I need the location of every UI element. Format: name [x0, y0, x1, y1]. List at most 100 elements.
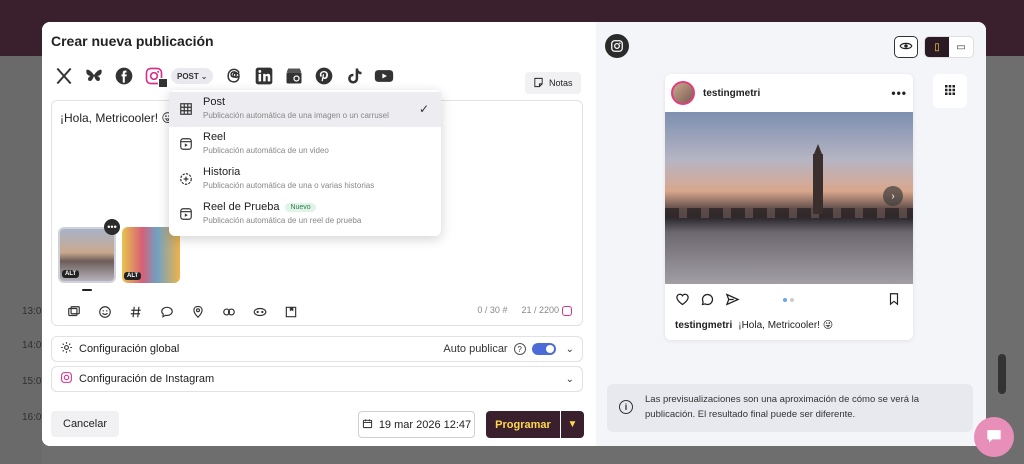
- background-time-label: 16:0: [22, 412, 42, 423]
- menu-item-subtitle: Publicación automática de una imagen o u…: [203, 111, 389, 120]
- post-type-dropdown[interactable]: POST ⌄: [171, 68, 214, 84]
- background-time-label: 15:0: [22, 376, 42, 387]
- notes-button[interactable]: Notas: [525, 72, 581, 94]
- comment-icon: [700, 292, 715, 310]
- x-icon[interactable]: [51, 64, 77, 88]
- menu-item-subtitle: Publicación automática de una o varias h…: [203, 181, 375, 190]
- bridge-shape: [665, 208, 913, 218]
- menu-item-reel[interactable]: Reel Publicación automática de un video: [169, 127, 441, 162]
- tiktok-icon[interactable]: [341, 64, 367, 88]
- ai-assistant-icon[interactable]: [248, 303, 272, 321]
- background-time-label: 13:0: [22, 306, 42, 317]
- caption-text: ¡Hola, Metricooler! 😜: [738, 320, 834, 331]
- gear-icon: [60, 341, 73, 357]
- preview-panel: ▯ ▭ testingmetri ••• › testingmetri ¡Hol…: [596, 22, 986, 446]
- schedule-options-button[interactable]: ▼: [561, 411, 584, 438]
- youtube-icon[interactable]: [371, 64, 397, 88]
- carousel-dots: [783, 298, 794, 302]
- menu-item-title: Historia: [203, 166, 241, 178]
- post-text[interactable]: ¡Hola, Metricooler! 😜: [60, 111, 174, 125]
- carousel-dot: [790, 298, 794, 302]
- chevron-down-icon[interactable]: ⌄: [566, 344, 574, 355]
- preview-caption: testingmetri ¡Hola, Metricooler! 😜: [675, 320, 833, 331]
- grid-icon: [179, 102, 193, 116]
- instagram-config-label: Configuración de Instagram: [79, 373, 215, 385]
- cancel-button[interactable]: Cancelar: [51, 411, 120, 437]
- alt-badge[interactable]: ALT: [124, 272, 142, 280]
- background-time-label: 14:0: [22, 340, 42, 351]
- new-badge: Nuevo: [285, 202, 316, 212]
- media-upload-icon[interactable]: [62, 303, 86, 321]
- date-picker-button[interactable]: 19 mar 2026 12:47: [358, 411, 475, 438]
- comment-icon[interactable]: [155, 303, 179, 321]
- instagram-config-row[interactable]: Configuración de Instagram ⌄: [51, 366, 583, 392]
- menu-item-trial-reel[interactable]: Reel de Prueba Nuevo Publicación automát…: [169, 197, 441, 232]
- bookmark-icon: [887, 292, 901, 309]
- pinterest-icon[interactable]: [311, 64, 337, 88]
- story-icon: [179, 172, 193, 186]
- alt-badge[interactable]: ALT: [62, 270, 80, 278]
- preview-info-box: i Las previsualizaciones son una aproxim…: [607, 384, 973, 432]
- chevron-right-icon[interactable]: ›: [883, 186, 903, 206]
- menu-item-story[interactable]: Historia Publicación automática de una o…: [169, 162, 441, 197]
- schedule-button[interactable]: Programar: [486, 411, 560, 438]
- create-post-modal: Crear nueva publicación POST ⌄ Notas ¡Ho…: [42, 22, 986, 446]
- autopublish: Auto publicar ?: [443, 343, 556, 355]
- calendar-icon: [362, 418, 373, 432]
- emoji-icon[interactable]: [93, 303, 117, 321]
- heart-icon: [675, 292, 690, 310]
- notes-label: Notas: [549, 78, 573, 88]
- more-options-icon[interactable]: •••: [104, 219, 120, 235]
- linkedin-icon[interactable]: [251, 64, 277, 88]
- chevron-down-icon[interactable]: ⌄: [566, 374, 574, 385]
- instagram-small-icon: [562, 305, 572, 316]
- info-text: Las previsualizaciones son una aproximac…: [645, 394, 920, 420]
- note-icon: [533, 77, 544, 90]
- facebook-icon[interactable]: [111, 64, 137, 88]
- chat-icon: [984, 426, 1004, 449]
- menu-item-title: Post: [203, 96, 226, 108]
- grid-view-button[interactable]: [933, 74, 967, 108]
- media-thumbnail[interactable]: ALT: [122, 227, 180, 283]
- menu-item-subtitle: Publicación automática de un video: [203, 146, 329, 155]
- hashtag-counter: 0 / 30 #: [477, 305, 508, 316]
- gallery-icon[interactable]: [279, 303, 303, 321]
- threads-icon[interactable]: [221, 64, 247, 88]
- chat-support-button[interactable]: [974, 417, 1014, 457]
- editor-counters: 0 / 30 # 21 / 2200: [477, 305, 572, 316]
- editor-panel: Crear nueva publicación POST ⌄ Notas ¡Ho…: [42, 22, 596, 446]
- instagram-post-preview: testingmetri ••• › testingmetri ¡Hola, M…: [665, 74, 913, 340]
- menu-item-post[interactable]: Post Publicación automática de una image…: [169, 92, 441, 127]
- global-config-row[interactable]: Configuración global Auto publicar ? ⌄: [51, 336, 583, 362]
- desktop-icon[interactable]: ▭: [949, 37, 973, 57]
- reel-icon: [179, 137, 193, 151]
- instagram-icon: [605, 34, 629, 58]
- reel-icon: [179, 207, 193, 221]
- avatar: [671, 81, 695, 105]
- background-scrollbar: [998, 354, 1006, 394]
- collaboration-icon[interactable]: [217, 303, 241, 321]
- post-type-label: POST: [177, 71, 199, 81]
- menu-item-subtitle: Publicación automática de un reel de pru…: [203, 216, 362, 225]
- help-icon[interactable]: ?: [513, 343, 526, 355]
- preview-toggle-button[interactable]: [894, 36, 918, 58]
- share-icon: [725, 292, 740, 310]
- editor-toolbar: [62, 303, 310, 321]
- carousel-dot: [783, 298, 787, 302]
- google-business-icon[interactable]: [281, 64, 307, 88]
- hashtag-icon[interactable]: [124, 303, 148, 321]
- chevron-down-icon: ⌄: [200, 71, 208, 81]
- location-icon[interactable]: [186, 303, 210, 321]
- bluesky-icon[interactable]: [81, 64, 107, 88]
- media-thumbnail[interactable]: ALT: [58, 227, 116, 283]
- global-config-label: Configuración global: [79, 343, 180, 355]
- autopublish-toggle[interactable]: [531, 343, 556, 355]
- chevron-down-icon: ▼: [567, 419, 578, 430]
- more-options-icon: •••: [891, 86, 907, 100]
- instagram-icon[interactable]: [141, 64, 168, 88]
- character-counter: 21 / 2200: [521, 305, 572, 316]
- date-label: 19 mar 2026 12:47: [378, 418, 472, 431]
- caption-username: testingmetri: [675, 320, 733, 331]
- mobile-icon[interactable]: ▯: [925, 37, 949, 57]
- thumbnail-indicator: [82, 289, 92, 291]
